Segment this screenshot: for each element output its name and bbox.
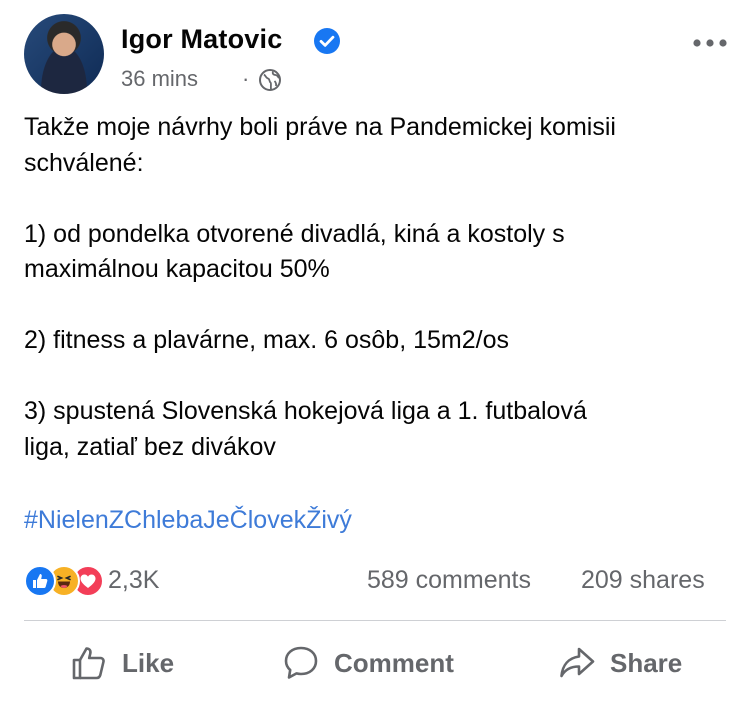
post-text: Takže moje návrhy boli práve na Pandemic… <box>24 113 616 461</box>
thumbs-up-icon <box>72 647 105 680</box>
author-avatar[interactable] <box>24 14 104 94</box>
post-action-bar: Like Comment Share <box>24 634 726 692</box>
comment-label: Comment <box>334 647 454 678</box>
reaction-summary[interactable]: 2,3K 589 comments 209 shares <box>24 563 734 599</box>
reaction-count[interactable]: 2,3K <box>108 566 159 595</box>
share-button[interactable]: Share <box>558 634 682 692</box>
like-label: Like <box>122 647 175 678</box>
post-timestamp[interactable]: 36 mins <box>121 66 198 92</box>
author-name[interactable]: Igor Matovic <box>121 24 282 55</box>
comment-icon <box>284 646 318 679</box>
verified-badge-icon <box>314 28 340 54</box>
comment-button[interactable]: Comment <box>282 634 454 692</box>
share-arrow-icon <box>560 647 595 678</box>
post-header: Igor Matovic 36 mins · <box>24 14 734 94</box>
share-label: Share <box>610 647 683 678</box>
hashtag-link[interactable]: #NielenZChlebaJeČlovekŽivý <box>24 506 352 535</box>
like-button[interactable]: Like <box>70 634 174 692</box>
action-divider <box>24 620 726 621</box>
more-options-icon[interactable] <box>692 36 728 50</box>
shares-count[interactable]: 209 shares <box>581 566 705 595</box>
meta-separator: · <box>242 66 250 91</box>
comments-count[interactable]: 589 comments <box>367 566 531 595</box>
like-reaction-icon <box>24 565 56 597</box>
globe-icon[interactable] <box>258 68 282 92</box>
